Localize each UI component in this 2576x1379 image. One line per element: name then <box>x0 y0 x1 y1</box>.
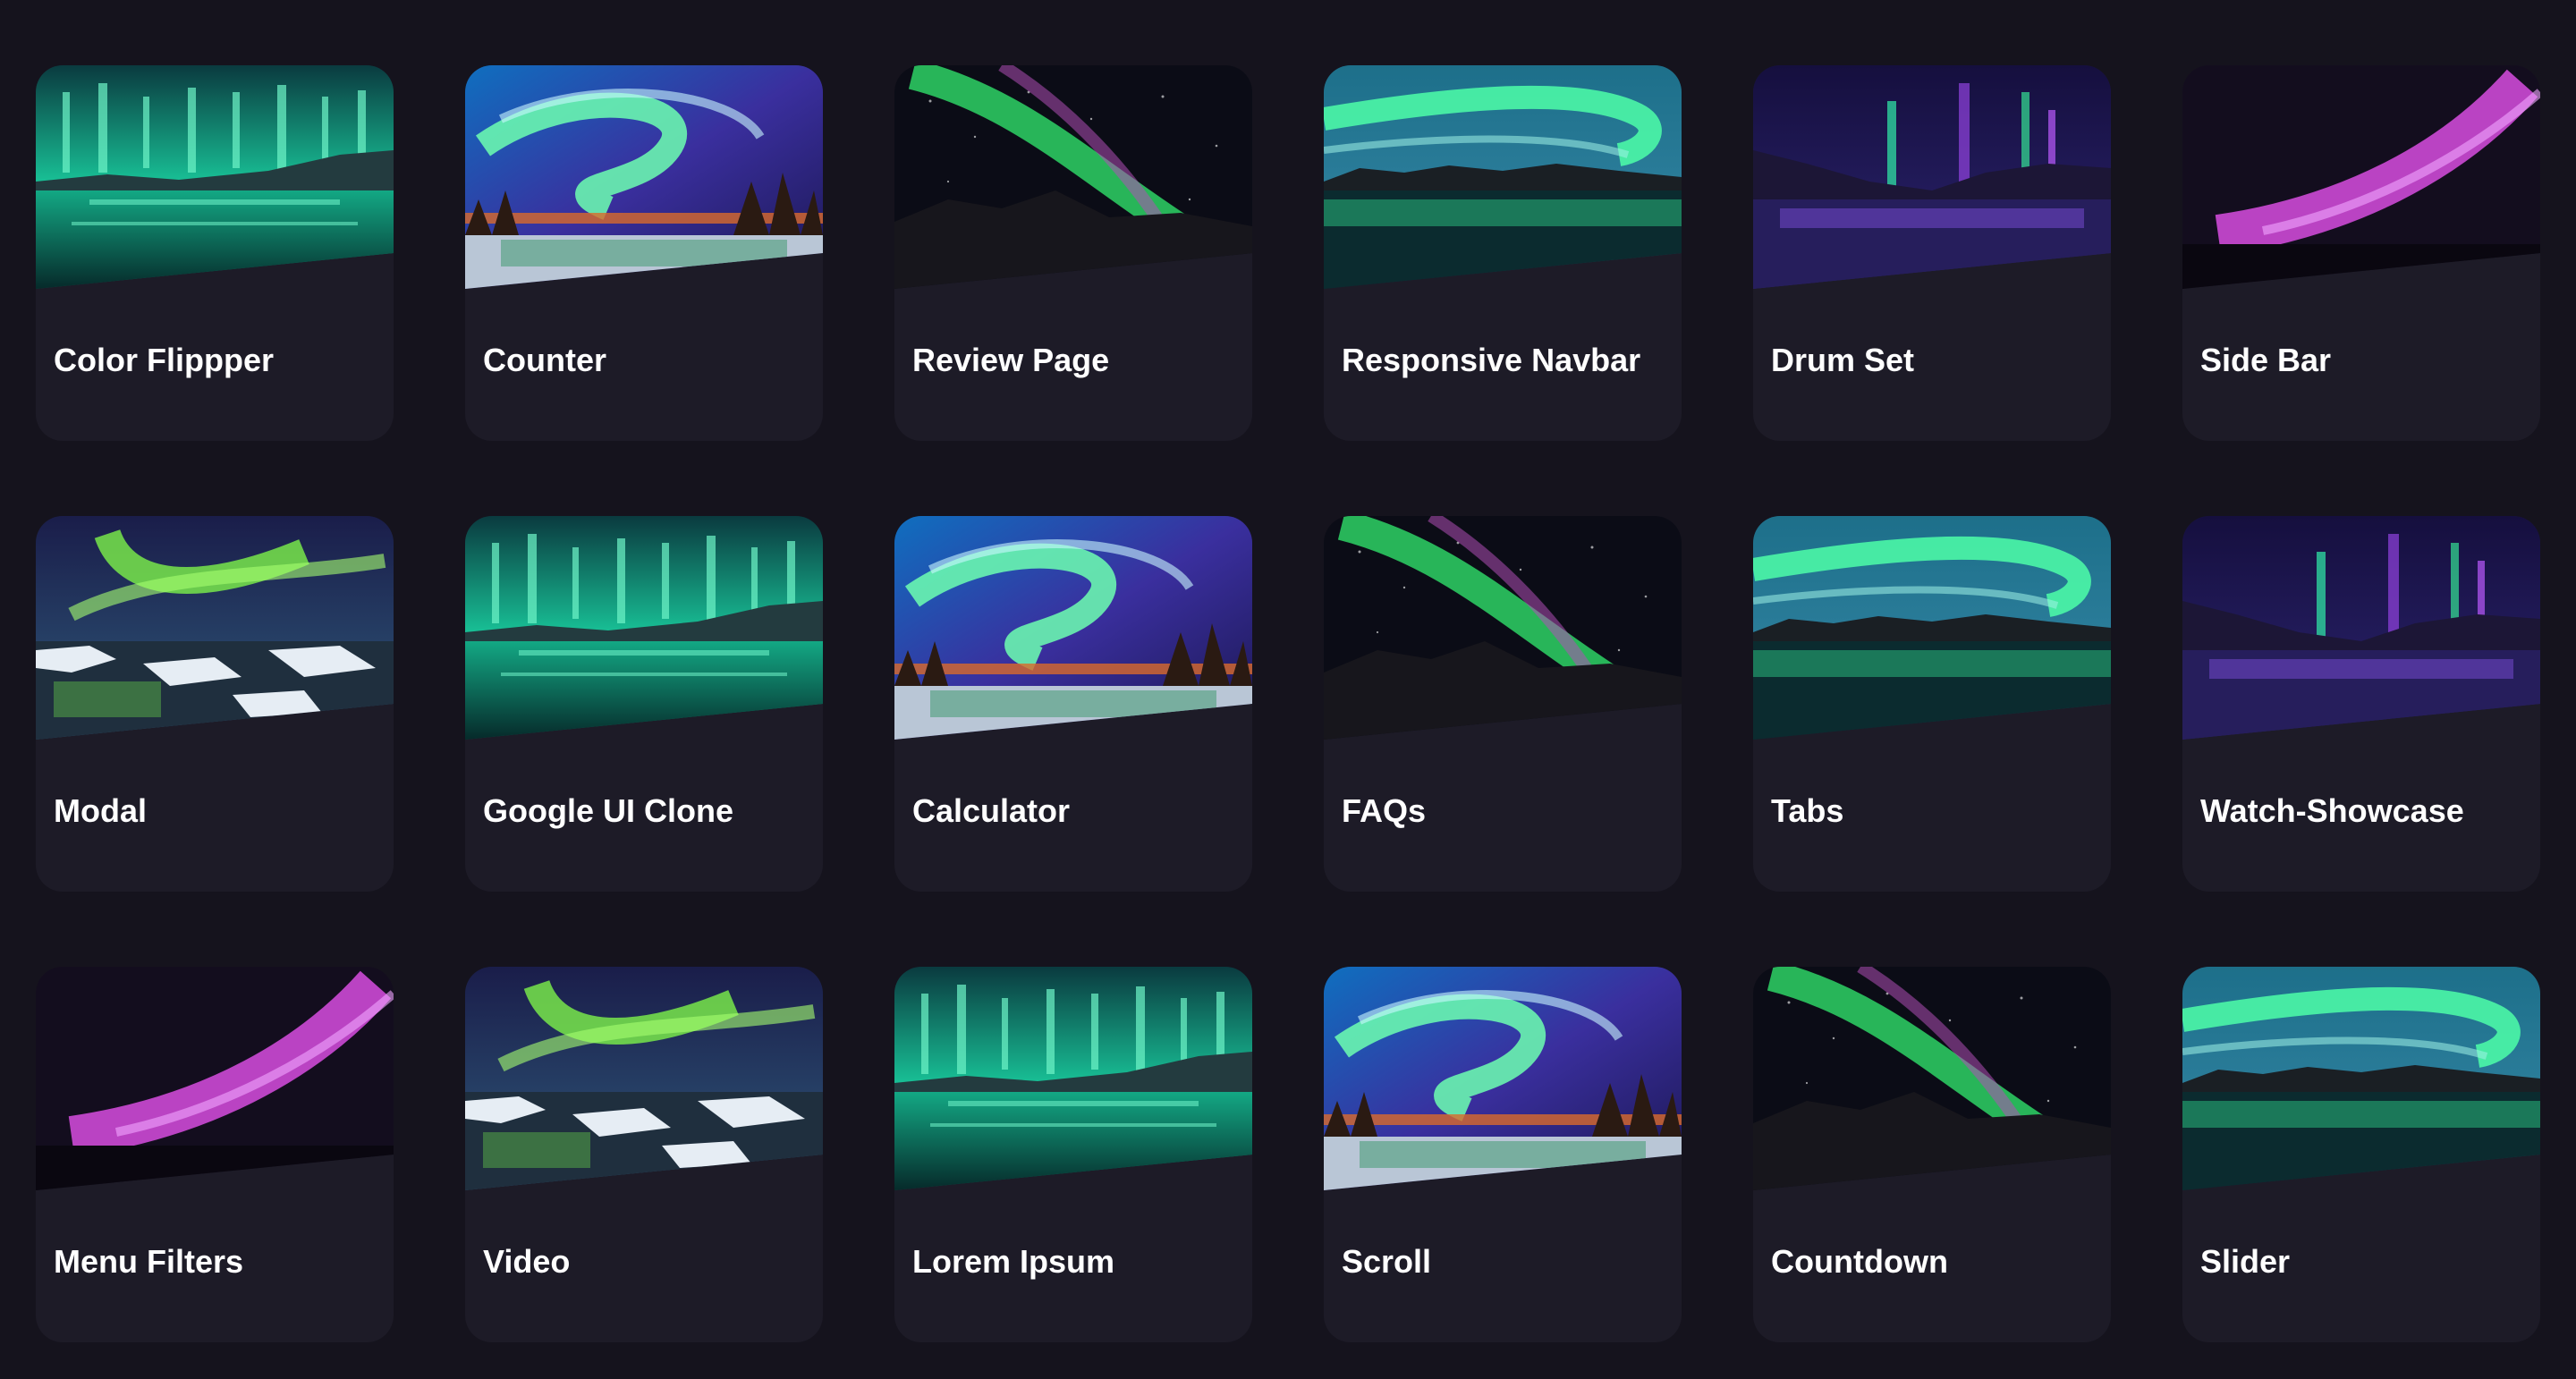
project-card-side-bar[interactable]: Side Bar <box>2182 65 2540 441</box>
aurora-thumbnail-image <box>1324 967 1682 1190</box>
project-card-counter[interactable]: Counter <box>465 65 823 441</box>
project-title: Calculator <box>912 792 1071 829</box>
project-title: Counter <box>483 342 606 378</box>
project-card-lorem-ipsum[interactable]: Lorem Ipsum <box>894 967 1252 1342</box>
aurora-thumbnail-image <box>1753 65 2111 289</box>
project-title: Menu Filters <box>54 1243 244 1280</box>
aurora-thumbnail-image <box>465 967 823 1190</box>
project-title: Side Bar <box>2200 342 2332 378</box>
project-card-watch-showcase[interactable]: Watch-Showcase <box>2182 516 2540 892</box>
project-title: Countdown <box>1771 1243 1948 1280</box>
project-card-responsive-navbar[interactable]: Responsive Navbar <box>1324 65 1682 441</box>
project-card-scroll[interactable]: Scroll <box>1324 967 1682 1342</box>
aurora-thumbnail-image <box>36 516 394 740</box>
aurora-thumbnail-image <box>36 967 394 1190</box>
aurora-thumbnail-image <box>1753 516 2111 740</box>
aurora-thumbnail-image <box>894 65 1252 289</box>
project-title: Google UI Clone <box>483 792 734 829</box>
project-card-tabs[interactable]: Tabs <box>1753 516 2111 892</box>
aurora-thumbnail-image <box>1324 65 1682 289</box>
project-card-video[interactable]: Video <box>465 967 823 1342</box>
project-title: Lorem Ipsum <box>912 1243 1115 1280</box>
project-title: Responsive Navbar <box>1342 342 1641 378</box>
project-card-drum-set[interactable]: Drum Set <box>1753 65 2111 441</box>
aurora-thumbnail-image <box>1753 967 2111 1190</box>
project-title: Watch-Showcase <box>2200 792 2464 829</box>
aurora-thumbnail-image <box>36 65 394 289</box>
aurora-thumbnail-image <box>2182 65 2540 289</box>
project-title: Scroll <box>1342 1243 1432 1280</box>
project-card-calculator[interactable]: Calculator <box>894 516 1252 892</box>
project-card-review-page[interactable]: Review Page <box>894 65 1252 441</box>
project-card-slider[interactable]: Slider <box>2182 967 2540 1342</box>
project-card-menu-filters[interactable]: Menu Filters <box>36 967 394 1342</box>
aurora-thumbnail-image <box>894 967 1252 1190</box>
aurora-thumbnail-image <box>1324 516 1682 740</box>
project-title: Review Page <box>912 342 1110 378</box>
project-title: Tabs <box>1771 792 1844 829</box>
aurora-thumbnail-image <box>2182 516 2540 740</box>
project-title: FAQs <box>1342 792 1427 829</box>
aurora-thumbnail-image <box>465 65 823 289</box>
project-title: Modal <box>54 792 147 829</box>
project-title: Slider <box>2200 1243 2291 1280</box>
project-title: Drum Set <box>1771 342 1915 378</box>
project-title: Video <box>483 1243 571 1280</box>
aurora-thumbnail-image <box>2182 967 2540 1190</box>
project-card-google-ui-clone[interactable]: Google UI Clone <box>465 516 823 892</box>
aurora-thumbnail-image <box>894 516 1252 740</box>
project-card-countdown[interactable]: Countdown <box>1753 967 2111 1342</box>
project-title: Color Flippper <box>54 342 274 378</box>
project-grid: Color Flippper Counter Review Page Respo… <box>36 65 2540 1342</box>
project-card-modal[interactable]: Modal <box>36 516 394 892</box>
aurora-thumbnail-image <box>465 516 823 740</box>
project-card-color-flipper[interactable]: Color Flippper <box>36 65 394 441</box>
project-card-faqs[interactable]: FAQs <box>1324 516 1682 892</box>
